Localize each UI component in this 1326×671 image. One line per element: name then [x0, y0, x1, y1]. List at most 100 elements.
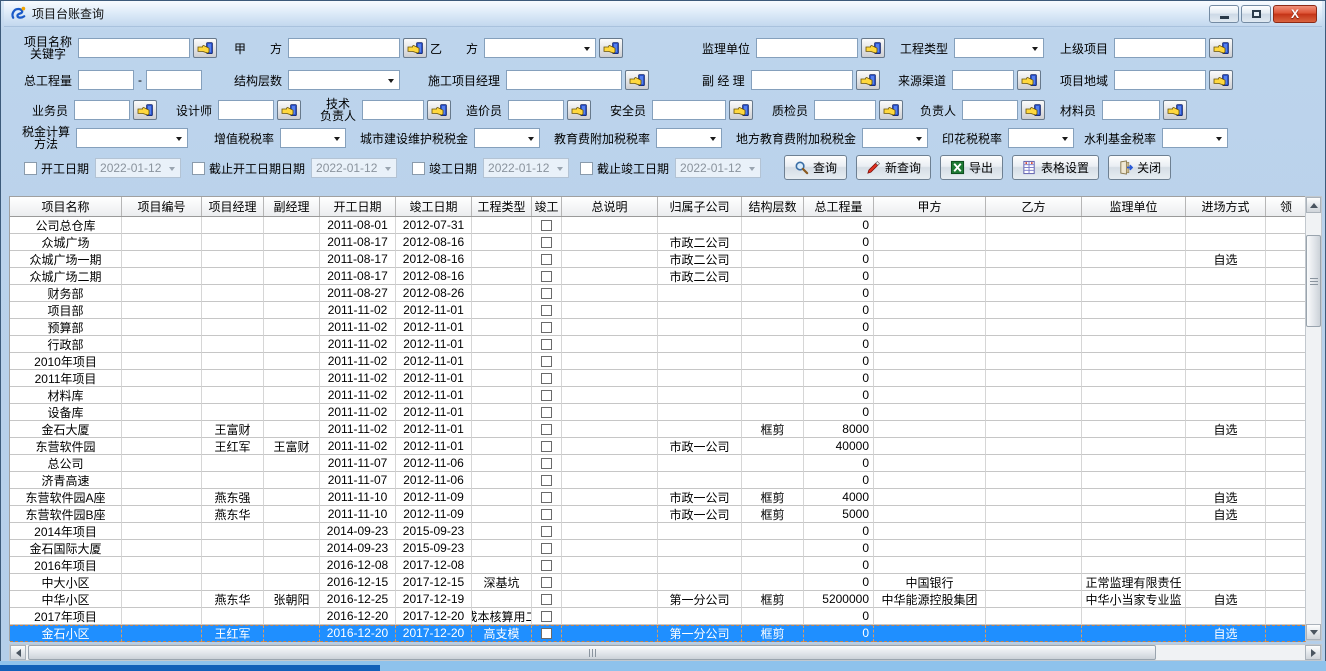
- designer-lookup-button[interactable]: [277, 100, 301, 120]
- start-date-checkbox[interactable]: [24, 162, 37, 175]
- close-window-button[interactable]: X: [1273, 5, 1317, 23]
- table-row[interactable]: 公司总仓库2011-08-012012-07-310: [10, 217, 1305, 234]
- finished-checkbox[interactable]: [541, 509, 552, 520]
- table-row[interactable]: 总公司2011-11-072012-11-060: [10, 455, 1305, 472]
- source-channel-input[interactable]: [952, 70, 1014, 90]
- finished-checkbox[interactable]: [541, 526, 552, 537]
- column-header[interactable]: 竣工日期: [396, 197, 472, 216]
- source-channel-lookup-button[interactable]: [1017, 70, 1041, 90]
- finished-checkbox[interactable]: [541, 475, 552, 486]
- supervision-unit-lookup-button[interactable]: [861, 38, 885, 58]
- party-b-lookup-button[interactable]: [599, 38, 623, 58]
- finished-checkbox[interactable]: [541, 220, 552, 231]
- deputy-manager-lookup-button[interactable]: [856, 70, 880, 90]
- start-date-end-picker[interactable]: 2022-01-12: [311, 158, 397, 178]
- start-date-end-checkbox[interactable]: [192, 162, 205, 175]
- finish-date-picker[interactable]: 2022-01-12: [483, 158, 569, 178]
- finished-checkbox[interactable]: [541, 441, 552, 452]
- column-header[interactable]: 副经理: [264, 197, 320, 216]
- finished-checkbox[interactable]: [541, 390, 552, 401]
- tech-lead-input[interactable]: [362, 100, 424, 120]
- material-clerk-input[interactable]: [1102, 100, 1160, 120]
- project-type-combobox[interactable]: [954, 38, 1044, 58]
- column-header[interactable]: 甲方: [874, 197, 986, 216]
- column-header[interactable]: 项目经理: [202, 197, 264, 216]
- table-row[interactable]: 2014年项目2014-09-232015-09-230: [10, 523, 1305, 540]
- construction-pm-lookup-button[interactable]: [625, 70, 649, 90]
- finished-checkbox[interactable]: [541, 305, 552, 316]
- table-row[interactable]: 2017年项目2016-12-202017-12-20成本核算用二0: [10, 608, 1305, 625]
- scroll-right-button[interactable]: [1305, 645, 1321, 660]
- supervision-unit-input[interactable]: [756, 38, 858, 58]
- education-surcharge-rate-combobox[interactable]: [656, 128, 722, 148]
- table-row[interactable]: 东营软件园王红军王富财2011-11-022012-11-01市政一公司4000…: [10, 438, 1305, 455]
- table-row[interactable]: 设备库2011-11-022012-11-010: [10, 404, 1305, 421]
- close-button[interactable]: 关闭: [1108, 155, 1171, 180]
- scroll-down-button[interactable]: [1306, 624, 1321, 640]
- horizontal-scroll-thumb[interactable]: [28, 645, 1156, 660]
- scroll-up-button[interactable]: [1306, 197, 1321, 213]
- quality-inspector-input[interactable]: [814, 100, 876, 120]
- party-a-lookup-button[interactable]: [403, 38, 427, 58]
- table-row[interactable]: 财务部2011-08-272012-08-260: [10, 285, 1305, 302]
- table-row[interactable]: 2011年项目2011-11-022012-11-010: [10, 370, 1305, 387]
- finish-date-end-picker[interactable]: 2022-01-12: [675, 158, 761, 178]
- column-header[interactable]: 总说明: [562, 197, 658, 216]
- salesman-input[interactable]: [74, 100, 130, 120]
- parent-project-lookup-button[interactable]: [1209, 38, 1233, 58]
- table-row[interactable]: 济青高速2011-11-072012-11-060: [10, 472, 1305, 489]
- designer-input[interactable]: [218, 100, 274, 120]
- responsible-person-lookup-button[interactable]: [1021, 100, 1045, 120]
- material-clerk-lookup-button[interactable]: [1163, 100, 1187, 120]
- table-settings-button[interactable]: 表格设置: [1012, 155, 1099, 180]
- table-row[interactable]: 众城广场二期2011-08-172012-08-16市政二公司0: [10, 268, 1305, 285]
- construction-pm-input[interactable]: [506, 70, 622, 90]
- column-header[interactable]: 竣工: [532, 197, 562, 216]
- query-button[interactable]: 查询: [784, 155, 847, 180]
- name-keyword-lookup-button[interactable]: [193, 38, 217, 58]
- finished-checkbox[interactable]: [541, 254, 552, 265]
- finished-checkbox[interactable]: [541, 373, 552, 384]
- finished-checkbox[interactable]: [541, 458, 552, 469]
- finished-checkbox[interactable]: [541, 492, 552, 503]
- quality-inspector-lookup-button[interactable]: [879, 100, 903, 120]
- column-header[interactable]: 总工程量: [804, 197, 874, 216]
- column-header[interactable]: 乙方: [986, 197, 1082, 216]
- finished-checkbox[interactable]: [541, 271, 552, 282]
- table-row[interactable]: 行政部2011-11-022012-11-010: [10, 336, 1305, 353]
- vertical-scroll-thumb[interactable]: [1306, 235, 1321, 327]
- party-b-combobox[interactable]: [484, 38, 596, 58]
- finished-checkbox[interactable]: [541, 577, 552, 588]
- city-maintenance-tax-combobox[interactable]: [474, 128, 540, 148]
- salesman-lookup-button[interactable]: [133, 100, 157, 120]
- table-row[interactable]: 2016年项目2016-12-082017-12-080: [10, 557, 1305, 574]
- finished-checkbox[interactable]: [541, 628, 552, 639]
- vertical-scrollbar[interactable]: [1305, 196, 1322, 641]
- table-row[interactable]: 材料库2011-11-022012-11-010: [10, 387, 1305, 404]
- cost-estimator-input[interactable]: [508, 100, 564, 120]
- table-row[interactable]: 东营软件园A座燕东强2011-11-102012-11-09市政一公司框剪400…: [10, 489, 1305, 506]
- parent-project-input[interactable]: [1114, 38, 1206, 58]
- project-region-lookup-button[interactable]: [1209, 70, 1233, 90]
- finished-checkbox[interactable]: [541, 543, 552, 554]
- table-row[interactable]: 预算部2011-11-022012-11-010: [10, 319, 1305, 336]
- water-fund-rate-combobox[interactable]: [1162, 128, 1228, 148]
- column-header[interactable]: 开工日期: [320, 197, 396, 216]
- tech-lead-lookup-button[interactable]: [427, 100, 451, 120]
- table-row[interactable]: 金石小区王红军2016-12-202017-12-20高支模第一分公司框剪0自选: [10, 625, 1305, 642]
- table-row[interactable]: 众城广场2011-08-172012-08-16市政二公司0: [10, 234, 1305, 251]
- party-a-input[interactable]: [288, 38, 400, 58]
- table-row[interactable]: 东营软件园B座燕东华2011-11-102012-11-09市政一公司框剪500…: [10, 506, 1305, 523]
- table-row[interactable]: 项目部2011-11-022012-11-010: [10, 302, 1305, 319]
- finished-checkbox[interactable]: [541, 560, 552, 571]
- finished-checkbox[interactable]: [541, 594, 552, 605]
- finished-checkbox[interactable]: [541, 356, 552, 367]
- finished-checkbox[interactable]: [541, 424, 552, 435]
- finished-checkbox[interactable]: [541, 322, 552, 333]
- cost-estimator-lookup-button[interactable]: [567, 100, 591, 120]
- column-header[interactable]: 归属子公司: [658, 197, 742, 216]
- total-quantity-from-input[interactable]: [78, 70, 134, 90]
- total-quantity-to-input[interactable]: [146, 70, 202, 90]
- finished-checkbox[interactable]: [541, 288, 552, 299]
- finish-date-checkbox[interactable]: [412, 162, 425, 175]
